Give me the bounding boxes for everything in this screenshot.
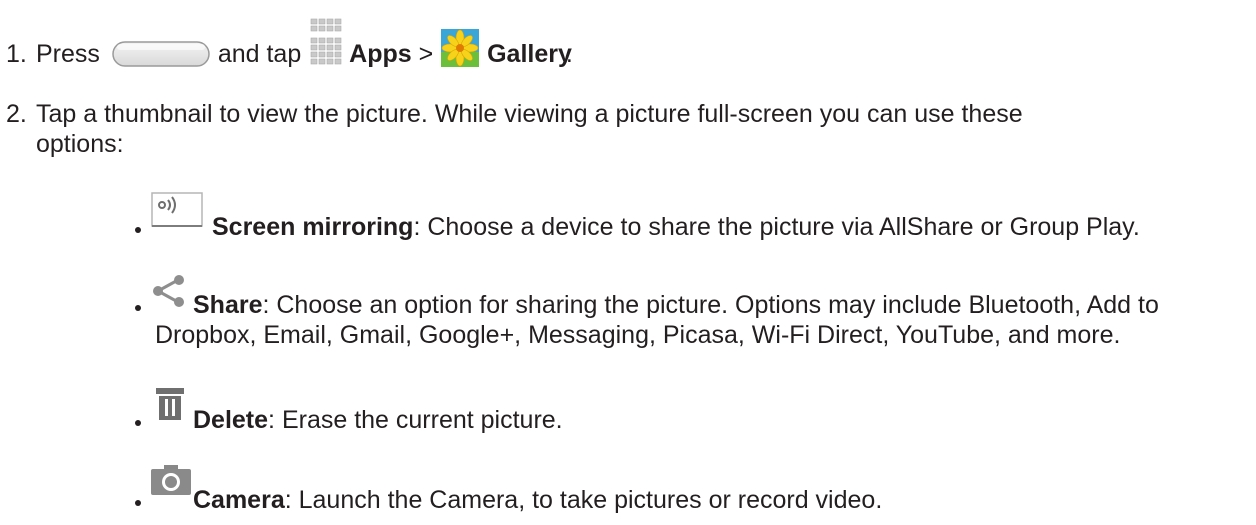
option-text: Delete: Erase the current picture. (193, 405, 563, 435)
option-description-line-2: Dropbox, Email, Gmail, Google+, Messagin… (155, 321, 1121, 349)
option-title: Delete (193, 406, 269, 434)
trash-icon (155, 387, 185, 428)
bullet (135, 227, 141, 233)
option-description: : Launch the Camera, to take pictures or… (284, 486, 883, 514)
apps-grid-icon (308, 18, 342, 70)
share-icon (150, 274, 190, 315)
option-description: : Choose a device to share the picture v… (413, 213, 1140, 241)
step-2: 2. Tap a thumbnail to view the picture. … (0, 99, 1256, 169)
apps-label: Apps (349, 40, 412, 68)
option-title: Camera (193, 486, 285, 514)
step-1-and-tap: and tap (217, 40, 302, 68)
option-text: Screen mirroring: Choose a device to sha… (212, 212, 1140, 242)
option-description: : Erase the current picture. (268, 406, 563, 434)
step-1-text: Press and tap Apps > Gallery. (36, 19, 573, 70)
gallery-icon (440, 28, 480, 68)
step-1-period: . (565, 40, 573, 68)
home-key-icon (111, 40, 211, 70)
screen-mirroring-icon (150, 192, 206, 235)
option-screen-mirroring: Screen mirroring: Choose a device to sha… (0, 192, 1256, 242)
option-title: Share (193, 291, 263, 319)
step-number: 1. (6, 40, 27, 68)
bullet (135, 305, 141, 311)
bullet (135, 420, 141, 426)
option-text: Camera: Launch the Camera, to take pictu… (193, 485, 882, 515)
camera-icon (150, 464, 192, 503)
option-delete: Delete: Erase the current picture. (0, 385, 1256, 435)
option-description: : Choose an option for sharing the pictu… (262, 291, 1159, 319)
step-number: 2. (6, 100, 27, 128)
option-camera: Camera: Launch the Camera, to take pictu… (0, 462, 1256, 522)
step-1: 1. Press and tap Apps > Gallery. (0, 19, 1256, 75)
option-title: Screen mirroring (212, 213, 414, 241)
gallery-label: Gallery (487, 40, 572, 68)
bullet (135, 500, 141, 506)
option-share: Share: Choose an option for sharing the … (0, 270, 1256, 350)
step-2-line-1: Tap a thumbnail to view the picture. Whi… (36, 100, 1023, 128)
step-1-press: Press (36, 40, 100, 68)
option-text: Share: Choose an option for sharing the … (193, 290, 1159, 320)
separator: > (418, 40, 434, 68)
step-2-line-2: options: (36, 130, 124, 158)
